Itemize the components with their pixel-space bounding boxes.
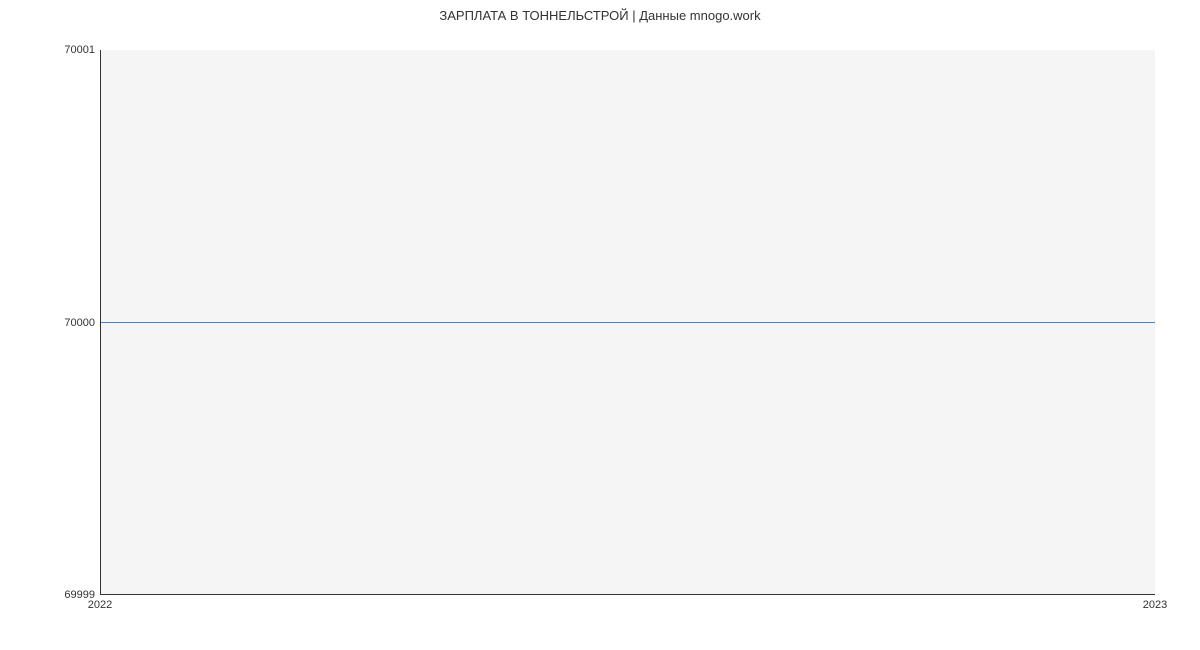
data-line <box>101 322 1155 323</box>
x-tick-label-right: 2023 <box>1140 600 1170 611</box>
y-tick-label-mid: 70000 <box>45 318 95 329</box>
y-tick-label-top: 70001 <box>45 45 95 56</box>
chart-container: ЗАРПЛАТА В ТОННЕЛЬСТРОЙ | Данные mnogo.w… <box>0 0 1200 650</box>
x-tick-label-left: 2022 <box>85 600 115 611</box>
chart-title: ЗАРПЛАТА В ТОННЕЛЬСТРОЙ | Данные mnogo.w… <box>0 8 1200 23</box>
plot-area <box>100 50 1155 595</box>
